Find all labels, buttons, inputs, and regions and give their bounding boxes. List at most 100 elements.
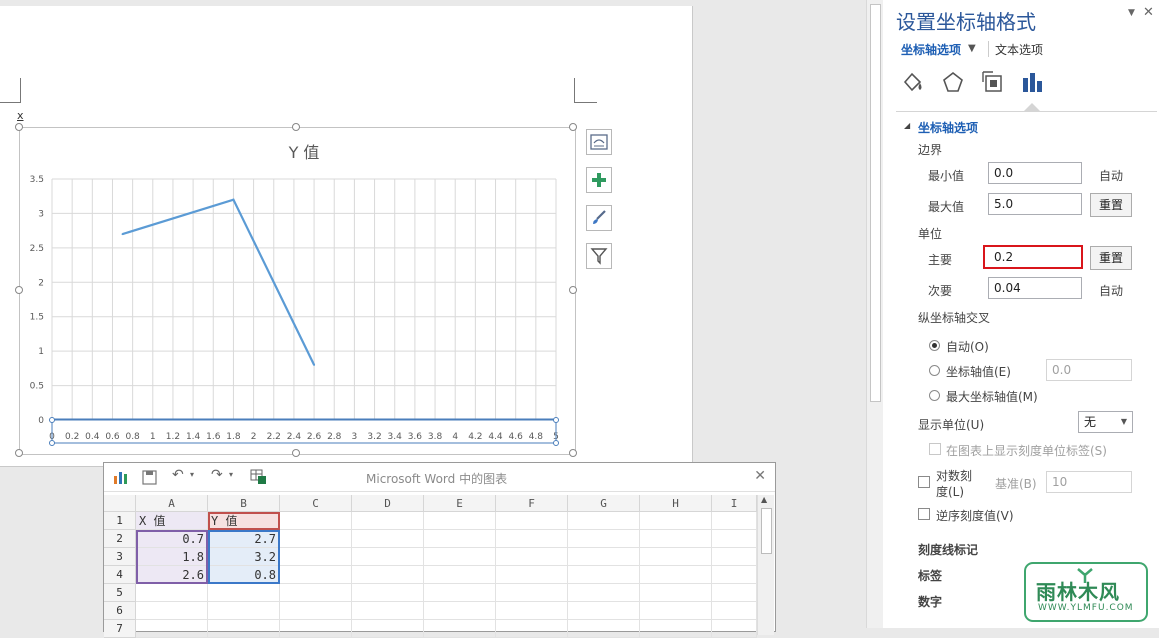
scroll-up-icon[interactable]: ▲	[761, 495, 767, 504]
table-cell[interactable]	[568, 620, 640, 638]
tab-axis-options[interactable]: 坐标轴选项	[901, 41, 961, 58]
reverse-order-label[interactable]: 逆序刻度值(V)	[936, 507, 1014, 524]
table-cell[interactable]	[136, 602, 208, 620]
resize-handle-br[interactable]	[569, 449, 577, 457]
cross-value-radio[interactable]	[929, 365, 940, 376]
close-icon[interactable]: ✕	[754, 468, 766, 484]
section-tick-marks[interactable]: 刻度线标记	[918, 541, 978, 558]
resize-handle-tm[interactable]	[292, 123, 300, 131]
table-cell[interactable]	[496, 602, 568, 620]
table-cell[interactable]	[640, 566, 712, 584]
table-cell[interactable]	[424, 530, 496, 548]
cross-value-label[interactable]: 坐标轴值(E)	[946, 363, 1011, 380]
table-cell[interactable]	[640, 530, 712, 548]
row-header[interactable]: 2	[104, 530, 136, 548]
section-axis-options[interactable]: 坐标轴选项	[918, 119, 978, 136]
row-header[interactable]: 3	[104, 548, 136, 566]
reverse-order-checkbox[interactable]	[918, 508, 930, 520]
chart-filters-button[interactable]	[586, 243, 612, 269]
minor-unit-input[interactable]: 0.04	[988, 277, 1082, 299]
table-cell[interactable]	[280, 530, 352, 548]
table-cell[interactable]	[208, 620, 280, 638]
undo-dropdown-icon[interactable]: ▾	[190, 470, 194, 479]
panel-options-dropdown-icon[interactable]: ▼	[1128, 8, 1135, 18]
log-scale-label-line2[interactable]: 度(L)	[936, 483, 964, 500]
cross-auto-radio[interactable]	[929, 340, 940, 351]
table-cell[interactable]	[352, 602, 424, 620]
column-header[interactable]: C	[280, 495, 352, 512]
table-cell[interactable]	[424, 602, 496, 620]
axis-options-icon[interactable]	[1020, 70, 1044, 94]
save-icon[interactable]	[142, 470, 157, 485]
max-value-input[interactable]: 5.0	[988, 193, 1082, 215]
column-header[interactable]: B	[208, 495, 280, 512]
table-cell[interactable]	[424, 512, 496, 530]
column-header[interactable]: G	[568, 495, 640, 512]
column-header[interactable]: F	[496, 495, 568, 512]
fill-line-icon[interactable]	[901, 70, 925, 94]
table-cell[interactable]	[496, 512, 568, 530]
show-units-label[interactable]: 在图表上显示刻度单位标签(S)	[946, 442, 1107, 459]
table-cell[interactable]	[496, 548, 568, 566]
size-properties-icon[interactable]	[981, 70, 1005, 94]
table-cell[interactable]	[496, 620, 568, 638]
row-header[interactable]: 6	[104, 602, 136, 620]
base-input[interactable]: 10	[1046, 471, 1132, 493]
table-cell[interactable]	[208, 602, 280, 620]
column-header[interactable]: E	[424, 495, 496, 512]
table-cell[interactable]	[352, 548, 424, 566]
document-scrollbar[interactable]	[866, 0, 883, 628]
section-collapse-icon[interactable]: ◢	[904, 121, 910, 130]
resize-handle-ml[interactable]	[15, 286, 23, 294]
table-cell[interactable]	[712, 566, 757, 584]
table-cell[interactable]	[280, 602, 352, 620]
table-cell[interactable]	[424, 584, 496, 602]
min-value-input[interactable]: 0.0	[988, 162, 1082, 184]
resize-handle-mr[interactable]	[569, 286, 577, 294]
log-scale-checkbox[interactable]	[918, 476, 930, 488]
resize-handle-bm[interactable]	[292, 449, 300, 457]
cross-auto-label[interactable]: 自动(O)	[946, 338, 989, 355]
table-cell[interactable]	[568, 530, 640, 548]
resize-handle-bl[interactable]	[15, 449, 23, 457]
table-cell[interactable]	[712, 602, 757, 620]
table-cell[interactable]	[568, 548, 640, 566]
table-cell[interactable]	[280, 548, 352, 566]
column-header[interactable]: I	[712, 495, 757, 512]
log-scale-label-line1[interactable]: 对数刻	[936, 467, 972, 484]
table-cell[interactable]	[208, 584, 280, 602]
major-reset-button[interactable]: 重置	[1090, 246, 1132, 270]
table-cell[interactable]	[280, 584, 352, 602]
select-all-corner[interactable]	[104, 495, 136, 512]
major-unit-input[interactable]: 0.2	[983, 245, 1083, 269]
effects-icon[interactable]	[941, 70, 965, 94]
column-header[interactable]: A	[136, 495, 208, 512]
redo-icon[interactable]: ↷	[211, 467, 223, 483]
table-cell[interactable]	[352, 530, 424, 548]
table-cell[interactable]	[640, 584, 712, 602]
cross-max-label[interactable]: 最大坐标轴值(M)	[946, 388, 1038, 405]
table-cell[interactable]	[712, 530, 757, 548]
max-reset-button[interactable]: 重置	[1090, 193, 1132, 217]
table-cell[interactable]	[280, 566, 352, 584]
section-labels[interactable]: 标签	[918, 567, 942, 584]
table-cell[interactable]	[712, 620, 757, 638]
resize-handle-tl[interactable]	[15, 123, 23, 131]
undo-icon[interactable]: ↶	[172, 467, 184, 483]
column-header[interactable]: D	[352, 495, 424, 512]
document-scroll-thumb[interactable]	[870, 4, 881, 402]
chart-styles-button[interactable]	[586, 205, 612, 231]
tab-axis-options-dropdown-icon[interactable]: ▼	[968, 43, 976, 54]
table-cell[interactable]	[640, 512, 712, 530]
sheet-scroll-thumb[interactable]	[761, 508, 772, 554]
cross-max-radio[interactable]	[929, 390, 940, 401]
column-header[interactable]: H	[640, 495, 712, 512]
table-cell[interactable]	[352, 512, 424, 530]
tab-text-options[interactable]: 文本选项	[995, 41, 1043, 58]
table-cell[interactable]	[496, 566, 568, 584]
table-cell[interactable]	[568, 584, 640, 602]
table-cell[interactable]	[352, 620, 424, 638]
table-cell[interactable]	[568, 512, 640, 530]
table-cell[interactable]	[424, 566, 496, 584]
row-header[interactable]: 7	[104, 620, 136, 638]
